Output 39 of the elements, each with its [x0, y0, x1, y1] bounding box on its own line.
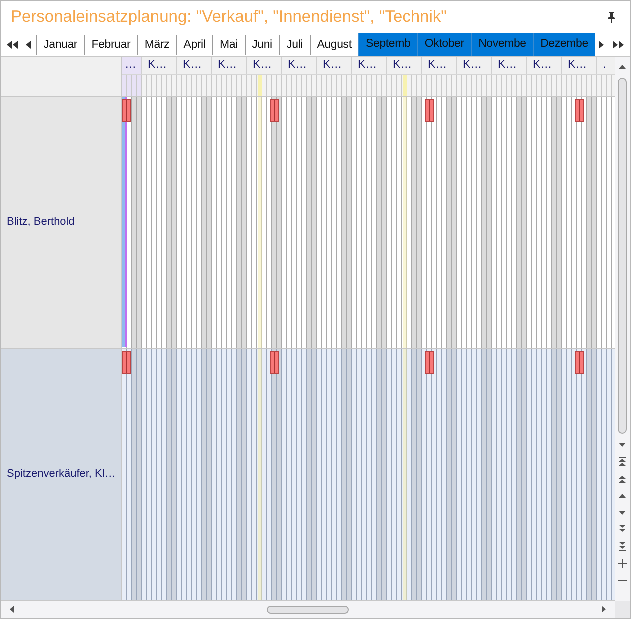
appointment-bar[interactable] [122, 351, 131, 374]
month-tab[interactable]: Oktober [417, 33, 471, 56]
window-title: Personaleinsatzplanung: "Verkauf", "Innendienst", "Technik" [11, 6, 447, 28]
week-header: K… [352, 57, 387, 74]
scroll-thumb[interactable] [267, 606, 349, 614]
month-tab[interactable]: Dezembe [532, 33, 595, 56]
week-header: K… [142, 57, 177, 74]
month-tab[interactable]: Januar [36, 34, 84, 54]
week-header: K… [387, 57, 422, 74]
appointment-bar[interactable] [122, 99, 131, 122]
scroll-thumb[interactable] [618, 78, 627, 434]
week-header: K… [457, 57, 492, 74]
appointment-bar[interactable] [425, 99, 434, 122]
appointment-bar[interactable] [270, 351, 279, 374]
appointment-bar[interactable] [575, 99, 584, 122]
month-tab[interactable]: Februar [84, 34, 138, 54]
week-header: . [602, 58, 608, 73]
month-tab[interactable]: Septemb [358, 33, 418, 56]
week-header: K… [282, 57, 317, 74]
month-tab[interactable]: Juli [278, 34, 310, 54]
month-tab[interactable]: März [137, 34, 176, 54]
week-header: K… [422, 57, 457, 74]
appointment-bar[interactable] [575, 351, 584, 374]
week-header: K… [177, 57, 212, 74]
week-header: K… [212, 57, 247, 74]
week-header: … [122, 57, 142, 74]
month-tab[interactable]: Juni [244, 34, 279, 54]
month-tab[interactable]: Novembe [470, 33, 533, 56]
appointment-bar[interactable] [425, 351, 434, 374]
resource-name: Spitzenverkäufer, Kl… [1, 349, 122, 601]
week-header: K… [492, 57, 527, 74]
week-header: K… [562, 57, 597, 74]
week-header: K… [317, 57, 352, 74]
appointment-bar[interactable] [270, 99, 279, 122]
week-header: K… [247, 57, 282, 74]
resource-name: Blitz, Berthold [1, 97, 122, 349]
week-header: K… [527, 57, 562, 74]
month-tab[interactable]: Mai [212, 34, 244, 54]
month-tab[interactable]: April [176, 34, 212, 54]
